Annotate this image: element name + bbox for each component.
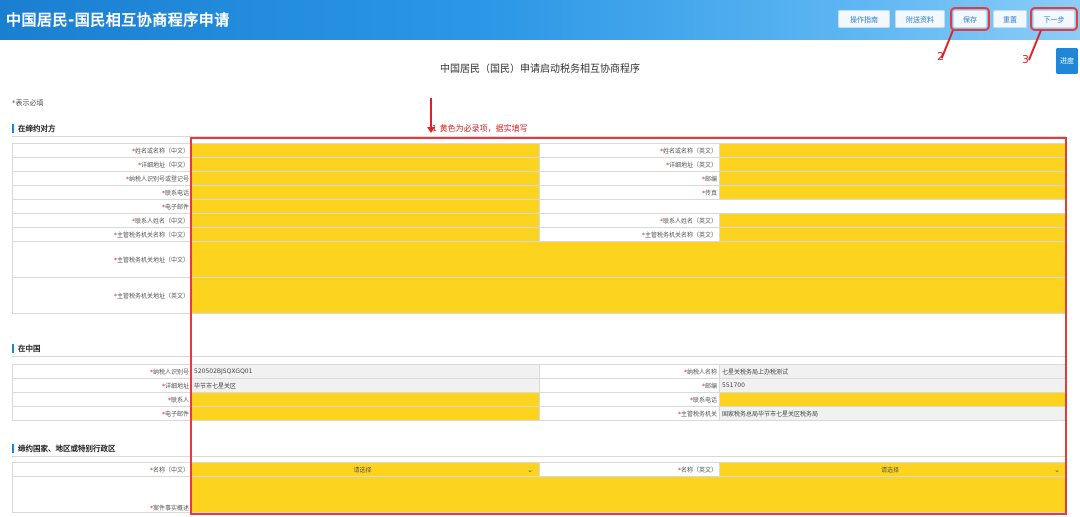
label-name-cn: *姓名或名称（中文） xyxy=(12,143,192,158)
label-taxpayer-id: *纳税人识别号或登记号 xyxy=(12,171,192,186)
authority-addr-cn-textarea[interactable] xyxy=(191,241,1067,278)
attachments-button[interactable]: 附送资料 xyxy=(895,10,945,28)
label-addr-cn: *详细地址（中文） xyxy=(12,157,192,172)
section-in-china: 在中国 xyxy=(12,344,41,353)
cn-address-value: 毕节市七星关区 xyxy=(191,378,540,393)
cn-authority-value: 国家税务总局毕节市七星关区税务局 xyxy=(719,406,1067,421)
label-postcode: *邮编 xyxy=(539,171,720,186)
country-en-select[interactable]: 请选择 ⌄ xyxy=(719,462,1067,477)
label-cn-phone: *联系电话 xyxy=(539,392,720,407)
app-title: 中国居民-国民相互协商程序申请 xyxy=(6,11,230,29)
cn-taxpayer-name-value: 七星关税务局上办税测试 xyxy=(719,364,1067,379)
label-cn-address: *详细地址 xyxy=(12,378,192,393)
label-cn-taxpayer-name: *纳税人名称 xyxy=(539,364,720,379)
label-authority-addr-en: *主管税务机关地址（英文） xyxy=(12,277,192,314)
label-addr-en: *详细地址（英文） xyxy=(539,157,720,172)
next-button[interactable]: 下一步 xyxy=(1030,7,1078,31)
section-divider xyxy=(12,456,1066,457)
label-cn-authority: *主管税务机关 xyxy=(539,406,720,421)
cn-phone-input[interactable] xyxy=(719,392,1067,407)
reset-button[interactable]: 重置 xyxy=(993,10,1027,28)
section-treaty-party: 在缔约对方 xyxy=(12,124,56,133)
case-facts-textarea[interactable] xyxy=(191,476,1067,513)
contact-cn-input[interactable] xyxy=(191,213,540,228)
taxpayer-id-input[interactable] xyxy=(191,171,540,186)
addr-cn-input[interactable] xyxy=(191,157,540,172)
authority-addr-en-textarea[interactable] xyxy=(191,277,1067,314)
guide-button[interactable]: 操作指南 xyxy=(838,10,890,28)
empty-cell xyxy=(539,199,1067,214)
label-cn-postcode: *邮编 xyxy=(539,378,720,393)
treaty-country-form: *名称（中文） 请选择 ⌄ *名称（英文） 请选择 ⌄ *案件事实概述 xyxy=(12,462,1067,513)
cn-contact-input[interactable] xyxy=(191,392,540,407)
cn-postcode-value: 551700 xyxy=(719,378,1067,393)
addr-en-input[interactable] xyxy=(719,157,1067,172)
label-cn-email: *电子邮件 xyxy=(12,406,192,421)
section-treaty-country: 缔约国家、地区或特别行政区 xyxy=(12,444,116,453)
email-input[interactable] xyxy=(191,199,540,214)
authority-cn-input[interactable] xyxy=(191,227,540,242)
label-email: *电子邮件 xyxy=(12,199,192,214)
section-divider xyxy=(12,356,1066,357)
label-authority-cn: *主管税务机关名称（中文） xyxy=(12,227,192,242)
app-header: 中国居民-国民相互协商程序申请 操作指南 附送资料 保存 重置 下一步 xyxy=(0,0,1080,40)
cn-taxpayer-id-value: 520502BJSQXGQ01 xyxy=(191,364,540,379)
country-cn-select[interactable]: 请选择 ⌄ xyxy=(191,462,540,477)
label-phone: *联系电话 xyxy=(12,185,192,200)
authority-en-input[interactable] xyxy=(719,227,1067,242)
label-name-en: *姓名或名称（英文） xyxy=(539,143,720,158)
treaty-party-form: *姓名或名称（中文） *姓名或名称（英文） *详细地址（中文） *详细地址（英文… xyxy=(12,143,1067,314)
label-case-facts: *案件事实概述 xyxy=(12,476,192,513)
label-authority-addr-cn: *主管税务机关地址（中文） xyxy=(12,241,192,278)
required-hint: 1 黄色为必录项，据实填写 xyxy=(432,124,528,133)
required-note: *表示必填 xyxy=(12,99,44,107)
section-divider xyxy=(12,136,1066,137)
label-contact-cn: *联系人姓名（中文） xyxy=(12,213,192,228)
label-contact-en: *联系人姓名（英文） xyxy=(539,213,720,228)
postcode-input[interactable] xyxy=(719,171,1067,186)
chevron-down-icon: ⌄ xyxy=(1054,465,1060,474)
label-cn-taxpayer-id: *纳税人识别号 xyxy=(12,364,192,379)
in-china-form: *纳税人识别号 520502BJSQXGQ01 *纳税人名称 七星关税务局上办税… xyxy=(12,364,1067,421)
cn-email-input[interactable] xyxy=(191,406,540,421)
chevron-down-icon: ⌄ xyxy=(527,465,533,474)
label-authority-en: *主管税务机关名称（英文） xyxy=(539,227,720,242)
contact-en-input[interactable] xyxy=(719,213,1067,228)
name-cn-input[interactable] xyxy=(191,143,540,158)
phone-input[interactable] xyxy=(191,185,540,200)
label-country-cn: *名称（中文） xyxy=(12,462,192,477)
name-en-input[interactable] xyxy=(719,143,1067,158)
label-cn-contact: *联系人 xyxy=(12,392,192,407)
page-title: 中国居民（国民）申请启动税务相互协商程序 xyxy=(440,64,640,75)
fax-input[interactable] xyxy=(719,185,1067,200)
save-button[interactable]: 保存 xyxy=(950,7,990,31)
label-country-en: *名称（英文） xyxy=(539,462,720,477)
label-fax: *传真 xyxy=(539,185,720,200)
